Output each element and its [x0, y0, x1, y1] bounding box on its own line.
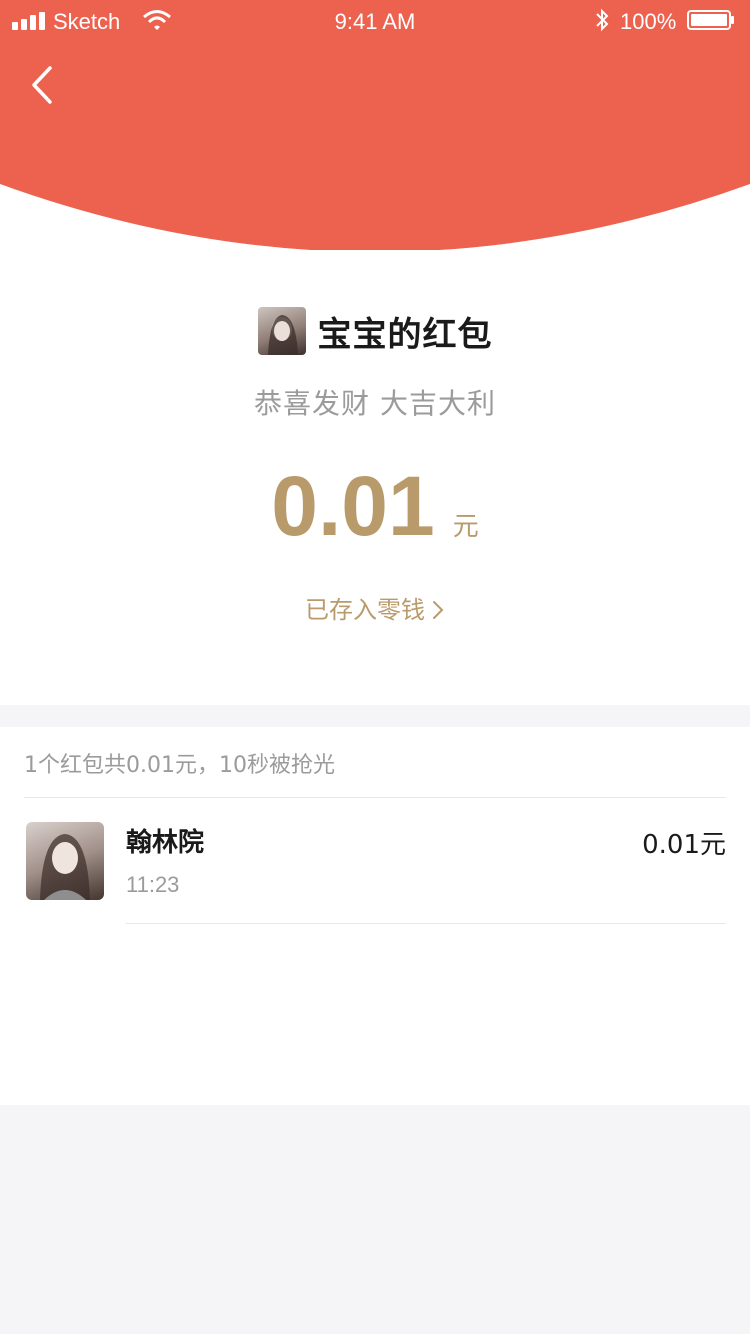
received-amount: 0.01 [271, 459, 435, 553]
saved-to-change-link[interactable]: 已存入零钱 [0, 590, 750, 625]
blessing-text: 恭喜发财 大吉大利 [254, 387, 496, 420]
sender-avatar [257, 307, 306, 355]
claim-summary: 1个红包共0.01元，10秒被抢光 [24, 753, 335, 778]
avatar [26, 822, 104, 900]
divider [126, 923, 726, 924]
battery-icon [687, 10, 734, 30]
list-item[interactable]: 翰林院 11:23 0.01元 [0, 798, 750, 924]
avatar-photo [40, 834, 90, 900]
sender-row: 宝宝的红包 [0, 306, 750, 356]
claimer-name: 翰林院 [126, 828, 205, 858]
chevron-left-icon [32, 66, 52, 104]
back-button[interactable] [24, 60, 68, 110]
claim-amount: 0.01元 [642, 830, 726, 860]
chevron-right-icon [433, 601, 444, 619]
amount-unit: 元 [452, 512, 479, 542]
claim-list: 1个红包共0.01元，10秒被抢光 翰林院 11:23 0.01元 [0, 727, 750, 1105]
battery-percentage: 100% [620, 9, 677, 34]
sender-name: 宝宝的红包 [317, 314, 493, 355]
claim-time: 11:23 [126, 872, 180, 897]
amount-row: 0.01 元 [0, 458, 750, 555]
saved-link-label: 已存入零钱 [305, 596, 425, 624]
bluetooth-icon [596, 8, 609, 32]
status-bar: Sketch 9:41 AM 100% [0, 0, 750, 42]
avatar-photo [267, 315, 298, 355]
